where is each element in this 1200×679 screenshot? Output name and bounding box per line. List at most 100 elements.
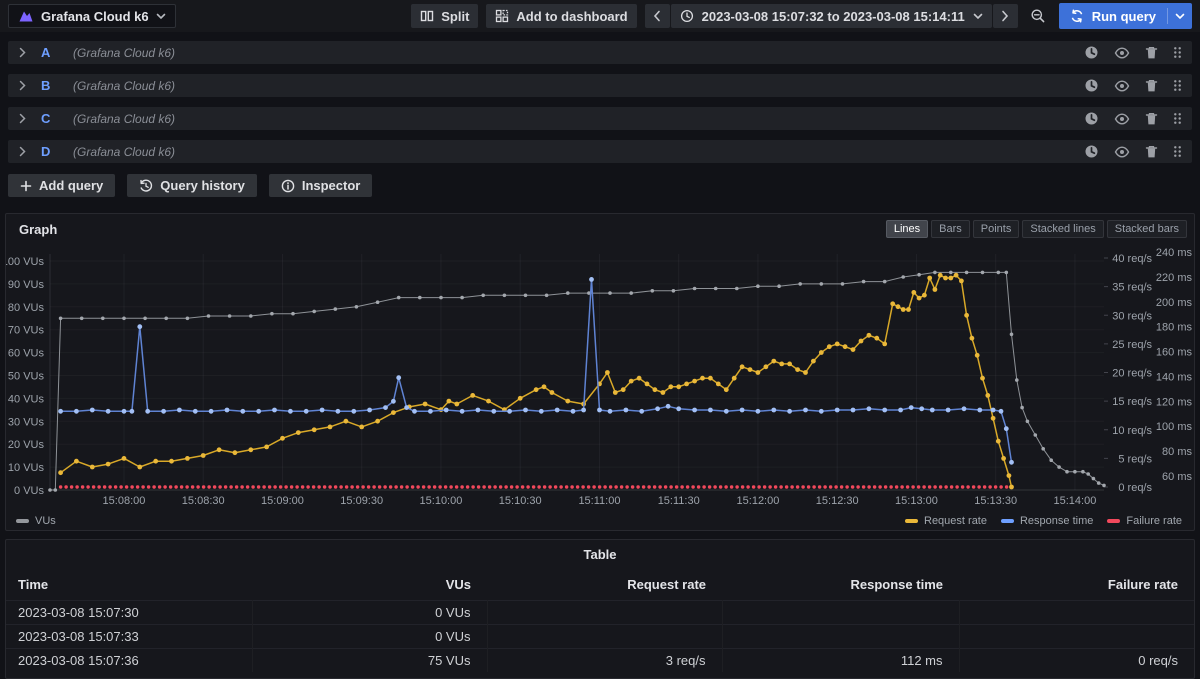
table-cell (959, 624, 1194, 648)
query-row[interactable]: C (Grafana Cloud k6) (8, 107, 1192, 130)
legend-item-failure-rate[interactable]: Failure rate (1107, 515, 1182, 527)
y-axis-reqps-label: 35 req/s (1112, 282, 1152, 294)
drag-handle-icon[interactable] (1173, 79, 1182, 92)
chevron-right-icon[interactable] (18, 47, 27, 58)
table-cell: 0 VUs (252, 600, 487, 624)
graph-legend: VUs Request rate Response time Failure rat… (6, 512, 1194, 530)
chevron-right-icon[interactable] (18, 80, 27, 91)
x-axis-label: 15:12:30 (816, 495, 859, 507)
history-clock-icon[interactable] (1084, 144, 1099, 159)
trash-icon[interactable] (1145, 79, 1158, 93)
eye-icon[interactable] (1114, 47, 1130, 59)
trash-icon[interactable] (1145, 46, 1158, 60)
drag-handle-icon[interactable] (1173, 46, 1182, 59)
table-cell (487, 624, 722, 648)
chevron-down-icon (973, 13, 983, 20)
info-circle-icon (281, 179, 295, 193)
run-query-dropdown[interactable] (1167, 8, 1192, 24)
column-header-request-rate[interactable]: Request rate (487, 570, 722, 600)
run-query-button[interactable]: Run query (1059, 3, 1192, 29)
y-axis-ms-label: 100 ms (1156, 421, 1193, 433)
y-axis-left-label: 90 VUs (8, 279, 45, 291)
query-history-button[interactable]: Query history (127, 174, 257, 197)
zoom-out-button[interactable] (1026, 4, 1051, 28)
table-cell (959, 600, 1194, 624)
datasource-picker[interactable]: Grafana Cloud k6 (8, 4, 176, 28)
column-header-response-time[interactable]: Response time (722, 570, 959, 600)
table-cell: 0 req/s (959, 648, 1194, 672)
clock-icon (680, 9, 694, 23)
query-actions: Add query Query history Inspector (0, 173, 1200, 197)
history-clock-icon[interactable] (1084, 45, 1099, 60)
time-range-button[interactable]: 2023-03-08 15:07:32 to 2023-03-08 15:14:… (671, 4, 992, 28)
history-clock-icon[interactable] (1084, 111, 1099, 126)
eye-icon[interactable] (1114, 113, 1130, 125)
add-to-dashboard-button[interactable]: Add to dashboard (486, 4, 636, 28)
drag-handle-icon[interactable] (1173, 145, 1182, 158)
legend-swatch (16, 519, 29, 523)
column-header-failure-rate[interactable]: Failure rate (959, 570, 1194, 600)
mode-button-points[interactable]: Points (973, 220, 1020, 238)
table-panel-title: Table (6, 540, 1194, 562)
display-mode-buttons: LinesBarsPointsStacked linesStacked bars (886, 220, 1187, 238)
mode-button-stacked-bars[interactable]: Stacked bars (1107, 220, 1187, 238)
y-axis-left-label: 60 VUs (8, 348, 45, 360)
history-icon (139, 179, 153, 193)
y-axis-reqps-label: 40 req/s (1112, 253, 1152, 265)
trash-icon[interactable] (1145, 112, 1158, 126)
mode-button-stacked-lines[interactable]: Stacked lines (1022, 220, 1103, 238)
eye-icon[interactable] (1114, 146, 1130, 158)
graph-canvas[interactable]: 0 VUs10 VUs20 VUs30 VUs40 VUs50 VUs60 VU… (6, 240, 1194, 512)
plus-icon (20, 180, 32, 192)
query-datasource-hint: (Grafana Cloud k6) (73, 145, 175, 159)
y-axis-reqps-label: 15 req/s (1112, 396, 1152, 408)
y-axis-ms-label: 140 ms (1156, 371, 1193, 383)
table-cell: 75 VUs (252, 648, 487, 672)
y-axis-ms-label: 240 ms (1156, 247, 1193, 259)
y-axis-ms-label: 120 ms (1156, 396, 1193, 408)
trash-icon[interactable] (1145, 145, 1158, 159)
chevron-down-icon (156, 13, 166, 20)
time-picker: 2023-03-08 15:07:32 to 2023-03-08 15:14:… (645, 4, 1018, 28)
split-button[interactable]: Split (411, 4, 478, 28)
query-row[interactable]: D (Grafana Cloud k6) (8, 140, 1192, 163)
y-axis-left-label: 40 VUs (8, 393, 45, 405)
table-cell: 112 ms (722, 648, 959, 672)
table-cell: 2023-03-08 15:07:30 (6, 600, 252, 624)
time-range-back-button[interactable] (645, 4, 670, 28)
query-row[interactable]: A (Grafana Cloud k6) (8, 41, 1192, 64)
inspector-button[interactable]: Inspector (269, 174, 373, 197)
chevron-right-icon[interactable] (18, 113, 27, 124)
table-cell: 2023-03-08 15:07:33 (6, 624, 252, 648)
history-clock-icon[interactable] (1084, 78, 1099, 93)
time-range-forward-button[interactable] (993, 4, 1018, 28)
chevron-right-icon[interactable] (18, 146, 27, 157)
column-header-time[interactable]: Time (6, 570, 252, 600)
y-axis-left-label: 50 VUs (8, 371, 45, 383)
column-header-vus[interactable]: VUs (252, 570, 487, 600)
x-axis-label: 15:11:00 (578, 495, 620, 507)
y-axis-reqps-label: 10 req/s (1112, 425, 1152, 437)
graph-chart[interactable]: 0 VUs10 VUs20 VUs30 VUs40 VUs50 VUs60 VU… (6, 240, 1194, 512)
x-axis-label: 15:09:00 (261, 495, 304, 507)
legend-item-request-rate[interactable]: Request rate (905, 515, 987, 527)
legend-item-response-time[interactable]: Response time (1001, 515, 1093, 527)
legend-item-vus[interactable]: VUs (16, 515, 56, 527)
legend-label: VUs (35, 515, 56, 527)
drag-handle-icon[interactable] (1173, 112, 1182, 125)
mode-button-lines[interactable]: Lines (886, 220, 928, 238)
results-table: TimeVUsRequest rateResponse timeFailure … (6, 570, 1194, 672)
y-axis-left-label: 20 VUs (8, 439, 45, 451)
x-axis-label: 15:14:00 (1054, 495, 1097, 507)
query-ref-letter: B (41, 78, 55, 93)
query-row[interactable]: B (Grafana Cloud k6) (8, 74, 1192, 97)
add-query-button[interactable]: Add query (8, 174, 115, 197)
chevron-left-icon (653, 10, 661, 22)
mode-button-bars[interactable]: Bars (931, 220, 970, 238)
legend-label: Failure rate (1126, 515, 1182, 527)
chevron-right-icon (1001, 10, 1009, 22)
y-axis-reqps-label: 0 req/s (1118, 482, 1152, 494)
eye-icon[interactable] (1114, 80, 1130, 92)
inspector-label: Inspector (302, 178, 361, 193)
add-query-label: Add query (39, 178, 103, 193)
